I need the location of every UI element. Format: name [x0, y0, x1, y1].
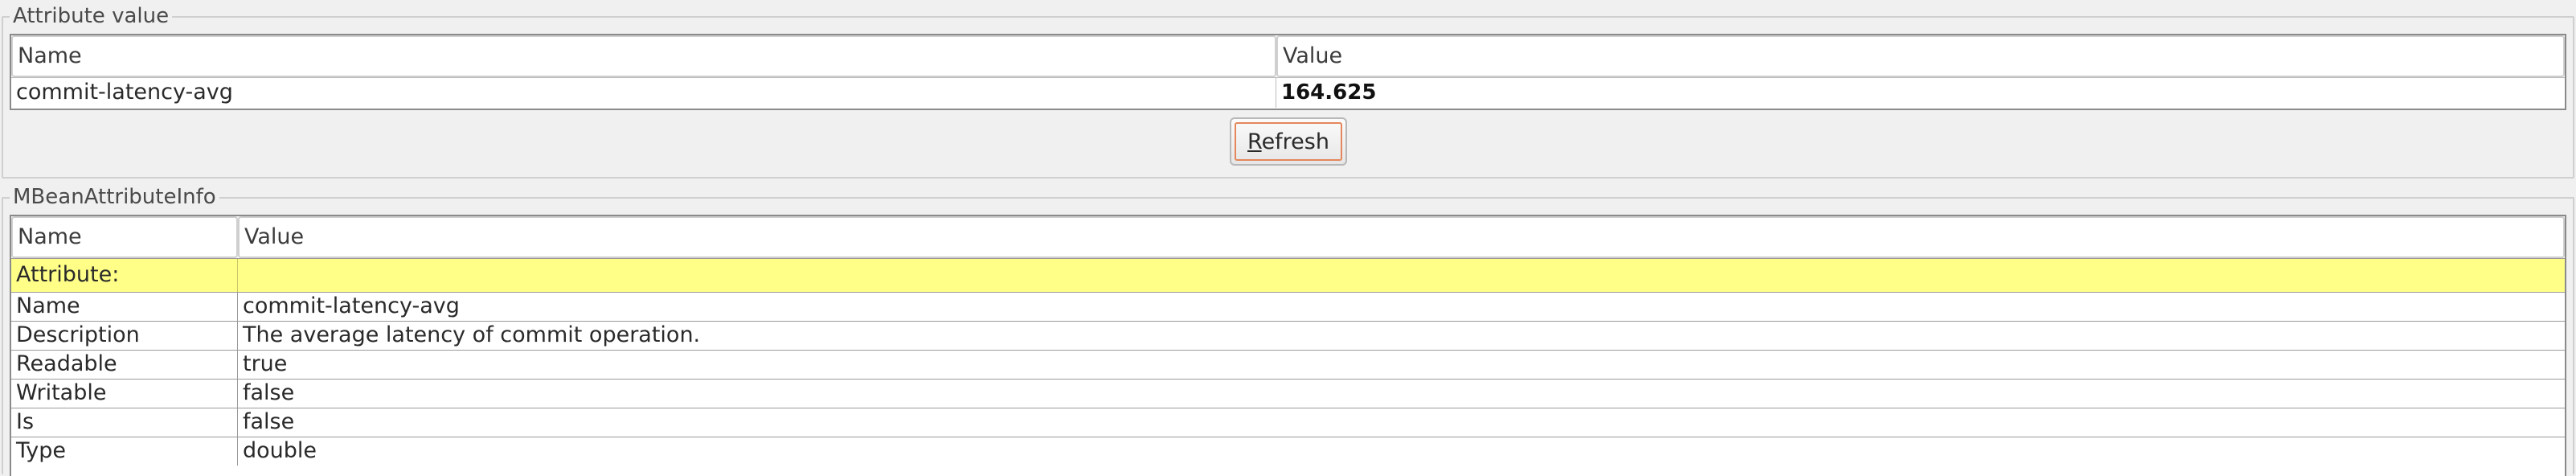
row-value-cell: The average latency of commit operation.: [243, 322, 701, 347]
row-value-cell: double: [243, 438, 317, 463]
section-row-attribute: Attribute:: [11, 258, 2565, 292]
table-row[interactable]: commit-latency-avg 164.625: [11, 77, 2565, 108]
row-value-cell: false: [243, 380, 295, 405]
mbean-attribute-info-panel-title: MBeanAttributeInfo: [10, 184, 219, 210]
attribute-name-cell: commit-latency-avg: [11, 78, 1276, 108]
table-header: Name Value: [11, 35, 2565, 77]
attribute-value-panel-title: Attribute value: [10, 3, 173, 29]
mbean-attribute-info-table[interactable]: Name Value Attribute: Name commit-latenc…: [10, 215, 2566, 476]
attribute-value-panel: Attribute value Name Value commit-latenc…: [2, 3, 2574, 178]
refresh-mnemonic: R: [1247, 129, 1262, 154]
row-value-cell: commit-latency-avg: [243, 293, 460, 318]
refresh-button-label: Refresh: [1235, 122, 1342, 161]
refresh-label-rest: efresh: [1261, 129, 1329, 154]
column-header-value[interactable]: Value: [238, 216, 2565, 258]
section-label: Attribute:: [11, 259, 238, 292]
row-name-cell: Type: [11, 437, 238, 466]
section-value: [238, 259, 2565, 292]
attribute-value-cell[interactable]: 164.625: [1276, 78, 2565, 108]
mbean-attribute-info-panel: MBeanAttributeInfo Name Value Attribute:…: [2, 184, 2574, 476]
row-name-cell: Is: [11, 408, 238, 437]
table-row[interactable]: Description The average latency of commi…: [11, 321, 2565, 350]
table-row[interactable]: Is false: [11, 408, 2565, 437]
row-name-cell: Readable: [11, 351, 238, 379]
row-name-cell: Description: [11, 322, 238, 350]
column-header-name[interactable]: Name: [11, 35, 1276, 77]
attribute-value-table[interactable]: Name Value commit-latency-avg 164.625: [10, 34, 2566, 110]
table-row[interactable]: Writable false: [11, 379, 2565, 408]
row-value-cell: false: [243, 409, 295, 434]
table-row[interactable]: Name commit-latency-avg: [11, 292, 2565, 321]
row-name-cell: Writable: [11, 380, 238, 408]
column-header-name[interactable]: Name: [11, 216, 238, 258]
table-header: Name Value: [11, 216, 2565, 258]
table-row[interactable]: Readable true: [11, 350, 2565, 379]
table-row[interactable]: Type double: [11, 437, 2565, 466]
column-header-value[interactable]: Value: [1276, 35, 2565, 77]
refresh-button[interactable]: Refresh: [1230, 117, 1347, 166]
row-name-cell: Name: [11, 293, 238, 321]
row-value-cell: true: [243, 351, 288, 376]
